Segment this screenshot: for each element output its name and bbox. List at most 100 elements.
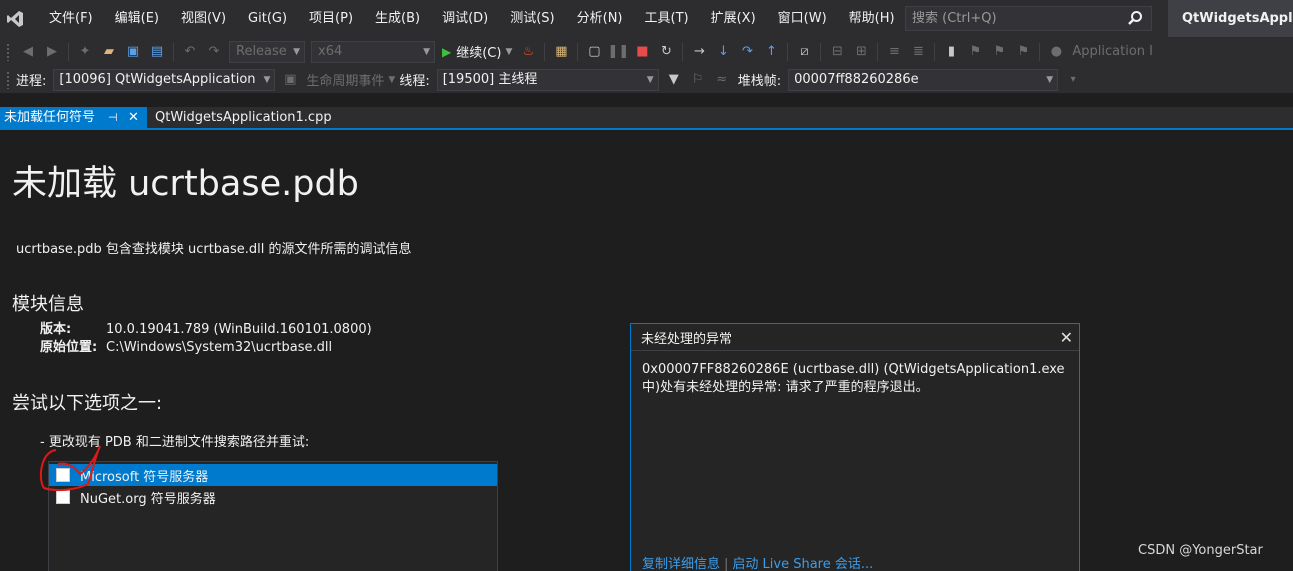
separator [577,42,579,61]
dialog-title: 未经处理的异常 [641,331,733,347]
stackframe-dropdown[interactable]: 00007ff88260286e ▼ [788,68,1059,91]
save-all-icon[interactable]: ▤ [146,41,168,63]
tab-source-file[interactable]: QtWidgetsApplication1.cpp [155,107,332,128]
toolbar-overflow-icon[interactable]: ▾ [1062,69,1084,91]
unhandled-exception-dialog: 未经处理的异常 ✕ 0x00007FF88260286E (ucrtbase.d… [630,323,1080,571]
close-icon[interactable]: ✕ [1060,328,1073,347]
separator [820,42,822,61]
separator [877,42,879,61]
search-placeholder: 搜索 (Ctrl+Q) [912,11,997,26]
menu-item[interactable]: 工具(T) [634,0,700,37]
chevron-down-icon[interactable]: ▼ [505,47,512,57]
comment-icon[interactable]: ≡ [883,41,905,63]
lifecycle-events-icon[interactable]: ▣ [279,69,301,91]
version-key: 版本: [40,322,72,337]
close-icon[interactable]: ✕ [128,107,139,128]
undo-icon[interactable]: ↶ [179,41,201,63]
exception-message: 0x00007FF88260286E (ucrtbase.dll) (QtWid… [642,361,1067,397]
chevron-down-icon: ▼ [293,46,300,57]
tab-no-symbols-loaded[interactable]: 未加载任何符号 ⊣ ✕ [0,107,147,128]
search-icon[interactable] [1127,10,1143,34]
back-icon[interactable]: ◀ [17,41,39,63]
menu-item[interactable]: Git(G) [237,0,298,37]
application-insights-icon[interactable]: ● [1045,41,1067,63]
process-value: [10096] QtWidgetsApplication [59,71,256,87]
clear-bookmarks-icon[interactable]: ⚑ [1012,41,1034,63]
hot-reload-icon[interactable]: ♨ [517,41,539,63]
threads-icon[interactable]: ⊟ [826,41,848,63]
menu-item[interactable]: 视图(V) [170,0,237,37]
page-title: 未加载 ucrtbase.pdb [12,164,359,204]
visual-studio-logo-icon[interactable] [0,0,30,37]
next-bookmark-icon[interactable]: ⚑ [988,41,1010,63]
menu-item[interactable]: 文件(F) [38,0,104,37]
menu-item[interactable]: 分析(N) [566,0,634,37]
standard-toolbar: ◀ ▶ ✦ ▰ ▣ ▤ ↶ ↷ Release ▼ x64 ▼ ▶ 继续(C) … [0,37,1293,66]
copy-details-link[interactable]: 复制详细信息 [642,557,720,571]
show-next-statement-icon[interactable]: → [688,41,710,63]
step-over-icon[interactable]: ↷ [736,41,758,63]
start-live-share-link[interactable]: 启动 Live Share 会话... [732,557,873,571]
menu-item[interactable]: 帮助(H) [838,0,906,37]
menu-item[interactable]: 项目(P) [298,0,364,37]
pause-icon[interactable]: ❚❚ [607,41,629,63]
application-insights-label[interactable]: Application I [1072,44,1153,59]
symbol-server-list: Microsoft 符号服务器 NuGet.org 符号服务器 [48,461,498,571]
chevron-down-icon: ▼ [643,69,654,90]
process-dropdown[interactable]: [10096] QtWidgetsApplication ▼ [53,68,276,91]
prev-bookmark-icon[interactable]: ⚑ [964,41,986,63]
separator [787,42,789,61]
find-in-files-icon[interactable]: ▦ [550,41,572,63]
thread-label: 线程: [399,74,430,89]
menu-item[interactable]: 扩展(X) [700,0,767,37]
menu-item[interactable]: 编辑(E) [104,0,170,37]
platform-dropdown[interactable]: x64 ▼ [311,40,435,63]
separator [934,42,936,61]
save-icon[interactable]: ▣ [122,41,144,63]
new-project-icon[interactable]: ✦ [74,41,96,63]
solution-name[interactable]: QtWidgetsApplic [1168,0,1293,37]
configuration-value: Release [236,43,287,59]
continue-button[interactable]: ▶ 继续(C) ▼ [442,42,512,62]
show-flagged-threads-icon[interactable]: ≈ [711,69,733,91]
tab-label: 未加载任何符号 [4,110,96,125]
toolbar-grip[interactable] [6,70,10,89]
redo-icon[interactable]: ↷ [203,41,225,63]
list-item[interactable]: Microsoft 符号服务器 [49,464,497,486]
forward-icon[interactable]: ▶ [41,41,63,63]
restart-icon[interactable]: ↻ [655,41,677,63]
separator [173,42,174,61]
list-item[interactable]: NuGet.org 符号服务器 [49,486,497,508]
chevron-down-icon: ▼ [1043,69,1054,90]
uncomment-icon[interactable]: ≣ [907,41,929,63]
chevron-down-icon: ▼ [423,46,430,57]
stop-icon[interactable]: ■ [631,41,653,63]
lifecycle-events-label[interactable]: 生命周期事件 [306,70,384,89]
step-out-icon[interactable]: ↑ [760,41,782,63]
chevron-down-icon[interactable]: ▼ [388,75,395,85]
separator [544,42,546,61]
version-value: 10.0.19041.789 (WinBuild.160101.0800) [106,322,372,337]
menu-item[interactable]: 生成(B) [364,0,431,37]
configuration-dropdown[interactable]: Release ▼ [229,40,305,63]
pin-icon[interactable]: ⊣ [108,107,118,128]
step-into-icon[interactable]: ↓ [712,41,734,63]
filter-icon[interactable]: ▼ [663,69,685,91]
menu-item[interactable]: 调试(D) [431,0,499,37]
open-folder-icon[interactable]: ▰ [98,41,120,63]
location-key: 原始位置: [40,340,98,355]
menu-item[interactable]: 测试(S) [499,0,565,37]
stackframe-label: 堆栈帧: [737,74,782,89]
search-box[interactable]: 搜索 (Ctrl+Q) [905,6,1152,31]
flag-thread-icon[interactable]: ⚐ [687,69,709,91]
play-icon: ▶ [442,44,452,59]
menu-item[interactable]: 窗口(W) [767,0,838,37]
dialog-header: 未经处理的异常 ✕ [631,324,1079,351]
toolbar-grip[interactable] [6,42,10,61]
call-stack-icon[interactable]: ⊞ [850,41,872,63]
window-icon[interactable]: ▢ [583,41,605,63]
hex-display-icon[interactable]: ⧄ [793,41,815,63]
bookmark-icon[interactable]: ▮ [940,41,962,63]
thread-dropdown[interactable]: [19500] 主线程 ▼ [436,68,659,91]
link-divider: | [724,557,729,571]
